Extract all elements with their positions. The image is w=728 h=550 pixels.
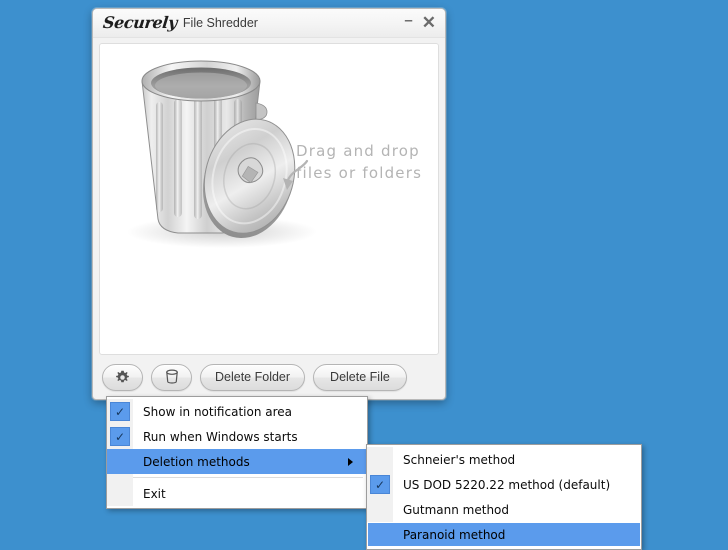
settings-button[interactable]: [102, 363, 143, 391]
submenu-item-gutmann[interactable]: Gutmann method: [367, 497, 641, 522]
drop-zone[interactable]: Drag and drop files or folders: [99, 43, 439, 355]
empty-bin-button[interactable]: [151, 363, 192, 391]
window-title: File Shredder: [182, 15, 258, 30]
separator-line: [133, 477, 363, 478]
menu-gutter: ✓: [107, 399, 133, 424]
close-button[interactable]: ✕: [422, 14, 436, 31]
menu-gutter: [107, 474, 133, 481]
submenu-arrow-icon: [348, 457, 353, 466]
drop-hint-line-1: Drag and drop: [296, 142, 420, 160]
application-window: Securely File Shredder – ✕ Drag and drop…: [92, 8, 446, 400]
check-icon: ✓: [110, 402, 130, 421]
menu-item-label: Show in notification area: [143, 404, 293, 419]
menu-item-label: Deletion methods: [143, 454, 250, 469]
delete-folder-button[interactable]: Delete Folder: [200, 363, 306, 391]
submenu-item-us-dod[interactable]: ✓ US DOD 5220.22 method (default): [367, 472, 641, 497]
gear-icon: [116, 370, 129, 382]
submenu-item-label: Schneier's method: [403, 452, 516, 467]
menu-gutter: [367, 447, 393, 472]
menu-item-label: Exit: [143, 486, 166, 501]
delete-folder-label: Delete Folder: [215, 370, 291, 384]
delete-file-label: Delete File: [330, 370, 390, 384]
context-menu: ✓ Show in notification area ✓ Run when W…: [106, 396, 368, 509]
trash-bin-icon: [165, 369, 178, 384]
toolbar: Delete Folder Delete File: [93, 355, 445, 399]
menu-separator: [107, 474, 367, 481]
menu-item-deletion-methods[interactable]: Deletion methods: [107, 449, 367, 474]
drop-hint-line-2: files or folders: [296, 164, 423, 182]
menu-gutter: [107, 449, 133, 474]
submenu-item-schneier[interactable]: Schneier's method: [367, 447, 641, 472]
menu-gutter: [107, 481, 133, 506]
brand-logo: Securely: [102, 13, 178, 32]
trash-can-illustration: [127, 60, 317, 248]
menu-gutter: [367, 522, 393, 547]
submenu-item-label: Gutmann method: [403, 502, 510, 517]
submenu-item-label: Paranoid method: [403, 527, 506, 542]
delete-file-button[interactable]: Delete File: [313, 363, 407, 391]
menu-item-exit[interactable]: Exit: [107, 481, 367, 506]
drop-zone-hint: Drag and drop files or folders: [296, 140, 422, 184]
deletion-methods-submenu: Schneier's method ✓ US DOD 5220.22 metho…: [366, 444, 642, 550]
menu-item-show-in-notification-area[interactable]: ✓ Show in notification area: [107, 399, 367, 424]
submenu-item-label: US DOD 5220.22 method (default): [403, 477, 611, 492]
check-icon: ✓: [110, 427, 130, 446]
menu-gutter: [367, 497, 393, 522]
title-bar[interactable]: Securely File Shredder – ✕: [93, 9, 445, 38]
minimize-button[interactable]: –: [404, 13, 412, 28]
check-icon: ✓: [370, 475, 390, 494]
menu-gutter: ✓: [107, 424, 133, 449]
menu-gutter: ✓: [367, 472, 393, 497]
submenu-item-paranoid[interactable]: Paranoid method: [367, 522, 641, 547]
menu-item-run-when-windows-starts[interactable]: ✓ Run when Windows starts: [107, 424, 367, 449]
window-controls: – ✕: [404, 9, 436, 38]
menu-item-label: Run when Windows starts: [143, 429, 298, 444]
